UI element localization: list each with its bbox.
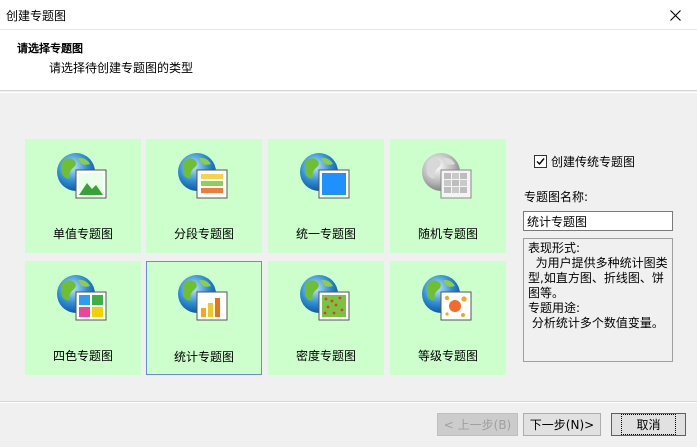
next-button-label: 下一步(N)> <box>529 418 595 432</box>
header-divider <box>0 92 697 93</box>
cancel-button[interactable]: 取消 <box>611 413 686 436</box>
map-name-label: 专题图名称: <box>524 190 589 204</box>
wizard-heading: 请选择专题图 <box>17 42 83 55</box>
close-icon <box>669 9 681 21</box>
globe-graduated-icon <box>422 275 472 321</box>
tile-label: 等级专题图 <box>417 349 478 363</box>
footer-divider-highlight <box>0 402 697 403</box>
tile-label: 分段专题图 <box>173 227 234 241</box>
close-button[interactable] <box>653 0 697 30</box>
checkmark-icon <box>536 158 545 166</box>
description-box: 表现形式: 为用户提供多种统计图类 型,如直方图、折线图、饼 图等。 专题用途:… <box>523 238 673 362</box>
tile-label: 随机专题图 <box>417 227 478 241</box>
tile-label: 统一专题图 <box>295 227 356 241</box>
map-name-input[interactable] <box>523 211 673 231</box>
window-title: 创建专题图 <box>6 9 67 23</box>
tile-graduated[interactable]: 等级专题图 <box>390 261 506 375</box>
description-line: 分析统计多个数值变量。 <box>528 316 664 330</box>
globe-picture-icon <box>57 153 107 199</box>
tile-single-value[interactable]: 单值专题图 <box>25 139 141 253</box>
create-traditional-label: 创建传统专题图 <box>551 155 636 169</box>
tile-label: 统计专题图 <box>173 350 234 364</box>
title-bar: 创建专题图 <box>0 0 697 30</box>
globe-density-icon <box>300 275 350 321</box>
tile-label: 四色专题图 <box>52 349 113 363</box>
globe-four-color-icon <box>57 275 107 321</box>
description-line: 专题用途: <box>528 301 581 315</box>
tile-statistic[interactable]: 统计专题图 <box>146 261 262 375</box>
wizard-header: 请选择专题图 请选择待创建专题图的类型 <box>0 30 697 91</box>
cancel-button-label: 取消 <box>621 414 676 435</box>
tile-label: 单值专题图 <box>52 227 113 241</box>
globe-chart-icon <box>178 275 228 321</box>
description-line: 图等。 <box>528 286 565 300</box>
tile-label: 密度专题图 <box>295 349 356 363</box>
prev-button-label: < 上一步(B) <box>443 418 512 432</box>
create-traditional-checkbox[interactable]: 创建传统专题图 <box>534 153 635 170</box>
globe-uniform-icon <box>300 153 350 199</box>
checkbox-box[interactable] <box>534 155 547 168</box>
tile-random[interactable]: 随机专题图 <box>390 139 506 253</box>
description-line: 表现形式: <box>528 241 581 255</box>
globe-ranges-icon <box>178 153 228 199</box>
wizard-subheading: 请选择待创建专题图的类型 <box>49 61 194 75</box>
tile-density[interactable]: 密度专题图 <box>268 261 384 375</box>
description-line: 型,如直方图、折线图、饼 <box>528 271 664 285</box>
description-line: 为用户提供多种统计图类 <box>528 256 668 270</box>
tile-four-color[interactable]: 四色专题图 <box>25 261 141 375</box>
prev-button[interactable]: < 上一步(B) <box>437 413 518 436</box>
next-button[interactable]: 下一步(N)> <box>523 413 601 436</box>
tile-ranges[interactable]: 分段专题图 <box>146 139 262 253</box>
globe-random-icon <box>422 153 472 199</box>
tile-uniform[interactable]: 统一专题图 <box>268 139 384 253</box>
